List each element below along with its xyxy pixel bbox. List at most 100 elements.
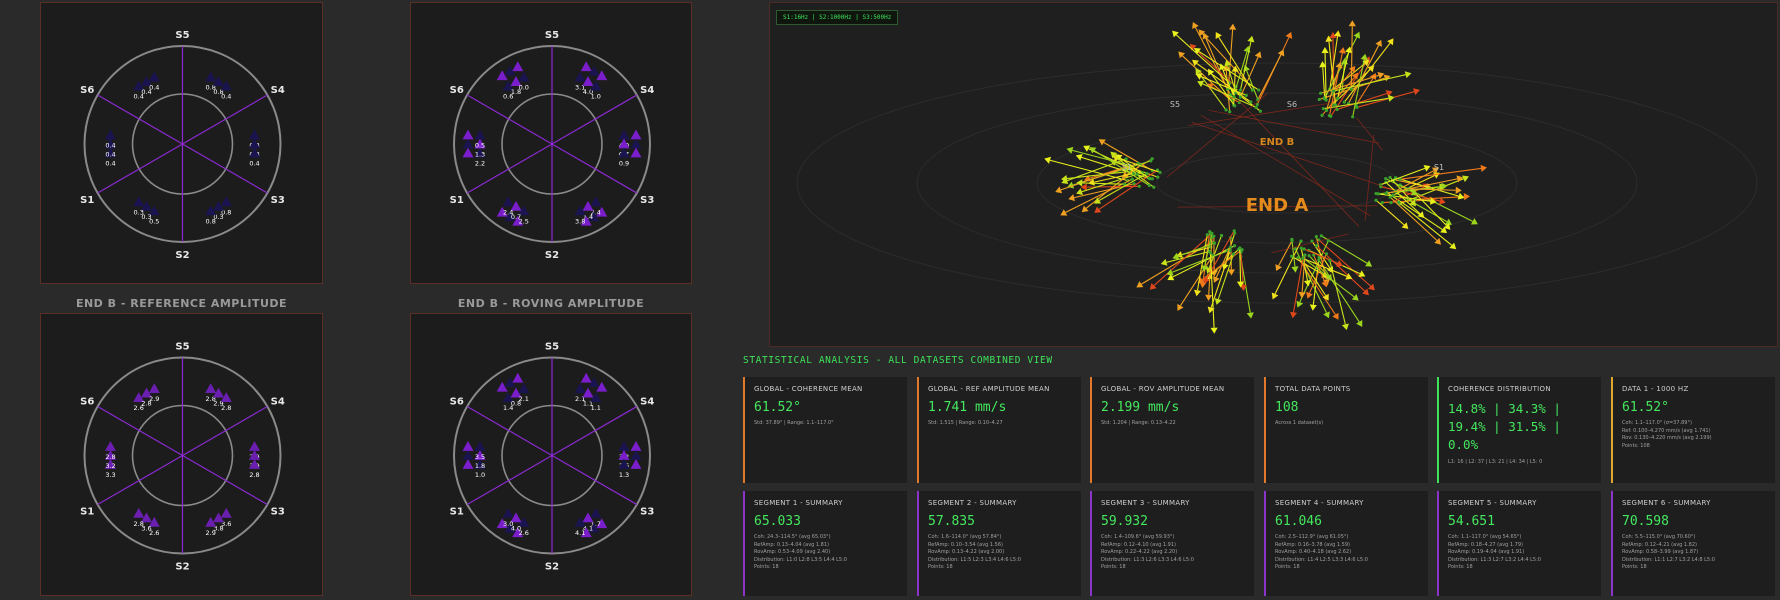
stat-card: GLOBAL - COHERENCE MEAN 61.52° Std: 37.89°… — [743, 377, 907, 483]
amplitude-value: 0.8 — [206, 217, 216, 225]
vector-arrowhead — [1333, 30, 1342, 37]
vector-arrowhead — [1247, 35, 1255, 43]
amplitude-triangle — [502, 196, 514, 207]
vector-origin — [1321, 107, 1325, 111]
stat-card-detail: Distribution: L1:1 L2:7 L3:2 L4:8 L5:0 — [1622, 556, 1715, 563]
vector-origin — [1238, 246, 1242, 250]
vector-origin — [1351, 115, 1355, 119]
amplitude-triangle — [618, 129, 630, 140]
vector-line — [1278, 240, 1293, 266]
vector-origin — [1258, 109, 1263, 113]
vector-line — [1230, 237, 1232, 270]
amplitude-value: 0.5 — [475, 142, 485, 150]
stat-card-detail: Distribution: L1:5 L2:3 L3:4 L4:6 L5:0 — [928, 556, 1021, 563]
vector-origin — [1232, 244, 1237, 248]
stat-card-value: 70.598 — [1622, 514, 1669, 529]
segment-label: S6 — [80, 85, 94, 96]
vector-arrowhead — [1246, 312, 1254, 319]
segment-label: S5 — [545, 342, 559, 353]
amplitude-value: 1.3 — [475, 151, 485, 159]
vector-line — [1177, 242, 1215, 257]
vector-arrowhead — [1160, 258, 1168, 266]
vector-origin — [1314, 244, 1319, 248]
stat-card-detail: Rov: 0.130–4.220 mm/s (avg 2.199) — [1622, 435, 1712, 441]
stat-card-value: 61.52° — [754, 400, 801, 415]
amplitude-triangle — [630, 147, 642, 158]
vector-origin — [1380, 200, 1384, 205]
amplitude-value: 2.4 — [503, 208, 513, 216]
vector-origin — [1324, 98, 1328, 102]
amplitude-triangle — [462, 459, 474, 469]
amplitude-value: 2.9 — [149, 395, 159, 403]
vector-origin — [1310, 239, 1314, 243]
amplitude-value: 1.1 — [591, 404, 601, 412]
vector-origin — [1317, 97, 1321, 102]
stat-card-value: 2.199 mm/s — [1101, 400, 1180, 415]
vector-arrowhead — [1309, 304, 1317, 311]
connection-line — [1364, 134, 1375, 222]
vector-line — [1320, 74, 1379, 94]
stat-card-detail: Distribution: L1:3 L2:7 L3:2 L4:4 L5:0 — [1448, 556, 1541, 563]
amplitude-value: 3.5 — [475, 453, 485, 461]
stat-card-detail: RovAmp: 0.22–4.22 (avg 2.20) — [1101, 549, 1178, 555]
vector-origin — [1152, 185, 1156, 189]
stat-card-detail: Points: 18 — [1101, 564, 1126, 570]
vector-origin — [1389, 201, 1393, 205]
amplitude-triangle — [580, 372, 592, 383]
vector-origin — [1158, 170, 1162, 174]
amplitude-triangle — [512, 61, 524, 72]
amplitude-triangle — [148, 71, 160, 82]
amplitude-value: 2.8 — [134, 520, 144, 528]
vector-arrowhead — [1365, 260, 1373, 267]
amplitude-triangle — [133, 507, 145, 518]
segment-label: S2 — [175, 562, 189, 573]
segment-label: S3 — [271, 507, 285, 518]
vector-arrowhead — [1068, 194, 1076, 202]
stat-card-value: 61.046 — [1275, 514, 1322, 529]
panel-title-end-b-rov: END B - ROVING AMPLITUDE — [457, 297, 645, 310]
vector-origin — [1238, 88, 1243, 92]
vector-origin — [1376, 192, 1381, 196]
segment-label: S4 — [640, 397, 654, 408]
vector-origin — [1249, 100, 1253, 104]
segment-label: S6 — [450, 85, 464, 96]
vector-origin — [1219, 233, 1224, 238]
stat-card-detail: Distribution: L1:0 L2:8 L3:5 L4:4 L5:0 — [754, 556, 847, 563]
grid-ring — [916, 92, 1638, 274]
segment-summary-card: SEGMENT 2 - SUMMARY 57.835 Coh: 1.6–114.0°… — [917, 491, 1081, 596]
vector-arrowhead — [1351, 294, 1359, 301]
vector-arrowhead — [1208, 68, 1215, 76]
amplitude-value: 0.3 — [134, 208, 144, 216]
amplitude-triangle — [590, 507, 602, 518]
amplitude-value: 1.0 — [475, 471, 485, 479]
stat-card-detail: RefAmp: 0.16–3.78 (avg 1.59) — [1275, 541, 1350, 548]
vector-origin — [1391, 193, 1395, 197]
stat-card-detail: Coh: 2.5–112.9° (avg 61.05°) — [1275, 534, 1349, 540]
viz-3d-panel[interactable]: END A END B S1 S5 S1 S6 S1:16Hz | S2:1000Hz |… — [769, 2, 1778, 347]
stat-card-label: COHERENCE DISTRIBUTION — [1448, 385, 1551, 393]
stat-card-label: SEGMENT 4 - SUMMARY — [1275, 499, 1364, 507]
stat-card-value: 1.741 mm/s — [928, 400, 1007, 415]
stat-card-value: 54.651 — [1448, 514, 1495, 529]
panel-end-b-rov: S52.11.11.1S43.22.61.3S31.74.14.1S22.64.… — [410, 313, 692, 596]
stat-card-detail: Coh: 1.6–114.0° (avg 57.84°) — [928, 534, 1002, 540]
segment-label: S1 — [450, 195, 464, 206]
stat-card-detail: RefAmp: 0.13–4.04 (avg 1.81) — [754, 541, 829, 548]
vector-line — [1318, 259, 1360, 323]
amplitude-value: 3.0 — [503, 520, 513, 528]
segment-label: S5 — [175, 342, 189, 353]
stat-card-detail: L1: 16 | L2: 37 | L3: 21 | L4: 34 | L5: … — [1448, 459, 1543, 465]
amplitude-value: 2.8 — [249, 471, 259, 479]
stat-card-label: SEGMENT 2 - SUMMARY — [928, 499, 1017, 507]
segment-label-3d: S6 — [1287, 100, 1297, 109]
segment-label-3d: S1 — [1122, 163, 1132, 172]
segment-label: S6 — [80, 397, 94, 408]
vector-arrowhead — [1438, 197, 1446, 205]
stat-card-detail: RovAmp: 0.53–4.09 (avg 2.40) — [754, 549, 831, 555]
stat-card-detail: Points: 18 — [754, 564, 779, 570]
vector-field-3d[interactable]: END A END B S1 S5 S1 S6 — [770, 3, 1777, 346]
stat-card-detail: Coh: 1.1–117.0° (σ=37.89°) — [1622, 420, 1692, 426]
amplitude-triangle — [462, 129, 474, 140]
stat-card-detail: Points: 18 — [1275, 564, 1300, 570]
vector-origin — [1156, 175, 1160, 179]
